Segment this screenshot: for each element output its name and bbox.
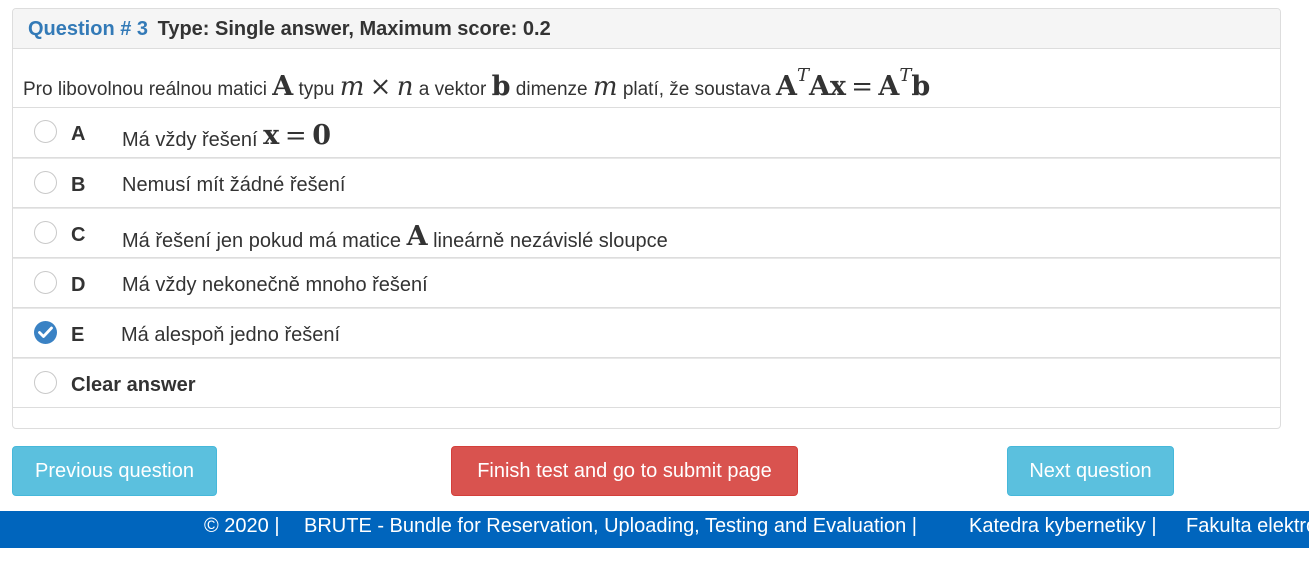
footer-copyright: © 2020 | [204,515,280,537]
math-m: m [592,72,618,102]
question-header: Question # 3 Type: Single answer, Maximu… [13,9,1280,49]
answer-option-a[interactable]: A Má vždy řešení x = 0 [13,108,1280,158]
math-equals: = [851,72,874,102]
finish-test-button[interactable]: Finish test and go to submit page [451,446,798,496]
answer-text: Má řešení jen pokud má matice A lineárně… [122,221,668,252]
footer-katedra-link[interactable]: Katedra kybernetiky | [969,515,1157,538]
next-question-button[interactable]: Next question [1007,446,1174,496]
answer-text-part: Má vždy řešení [122,129,258,151]
empty-circle-icon[interactable] [34,221,57,244]
question-text-part: platí, že soustava [622,79,771,100]
answer-text: Má vždy nekonečně mnoho řešení [122,274,428,296]
empty-circle-icon[interactable] [34,171,57,194]
math-zero: 0 [312,120,331,151]
footer-fakulta-link[interactable]: Fakulta elektrotechnická [1186,515,1309,538]
math-x: x [263,120,280,151]
answer-text: Má vždy řešení x = 0 [122,120,331,151]
answer-text: Nemusí mít žádné řešení [122,174,346,196]
math-n: n [396,72,414,102]
footer-brute-link[interactable]: BRUTE - Bundle for Reservation, Uploadin… [304,515,917,538]
math-equals: = [284,121,307,151]
answer-letter: B [71,174,86,196]
empty-circle-icon[interactable] [34,120,57,143]
question-type: Type: Single answer, Maximum score: 0.2 [157,18,551,40]
answer-option-b[interactable]: B Nemusí mít žádné řešení [13,158,1280,208]
answer-option-d[interactable]: D Má vždy nekonečně mnoho řešení [13,258,1280,308]
answer-option-e[interactable]: E Má alespoň jedno řešení [13,308,1280,358]
question-text-part: a vektor [418,79,487,100]
math-m: m [339,72,365,102]
math-transpose: T [899,65,912,86]
math-equation: ATAx = ATb [776,65,930,102]
check-circle-icon[interactable] [34,321,57,344]
empty-circle-icon[interactable] [34,271,57,294]
answer-text: Má alespoň jedno řešení [121,324,341,346]
question-panel: Question # 3 Type: Single answer, Maximu… [12,8,1281,429]
answer-letter: A [71,123,86,145]
question-text-part: dimenze [515,79,588,100]
empty-circle-icon[interactable] [34,371,57,394]
clear-answer-option[interactable]: Clear answer [13,358,1280,408]
question-text-part: typu [298,79,335,100]
question-text: Pro libovolnou reálnou matici A typu m ×… [13,49,1280,107]
answer-letter: D [71,274,86,296]
math-vector-b: b [491,71,511,102]
math-vector-b: b [911,71,931,102]
answer-text-part: Má řešení jen pokud má matice [122,230,402,252]
math-ax: Ax [808,71,846,102]
footer: © 2020 | BRUTE - Bundle for Reservation,… [0,511,1309,548]
previous-question-button[interactable]: Previous question [12,446,217,496]
question-number: Question # 3 [28,18,149,40]
clear-answer-label: Clear answer [71,374,196,396]
math-matrix-a: A [775,71,797,102]
math-matrix-a: A [878,71,900,102]
answer-text-part: lineárně nezávislé sloupce [433,230,668,252]
answer-letter: C [71,224,86,246]
math-matrix-a: A [406,221,428,252]
question-text-part: Pro libovolnou reálnou matici [23,79,267,100]
checkmark-icon [38,326,53,338]
answer-letter: E [71,324,85,346]
answer-list: A Má vždy řešení x = 0 B Nemusí mít žádn… [13,107,1280,408]
math-transpose: T [796,65,809,86]
math-times: × [369,72,392,102]
math-matrix-a: A [272,71,294,102]
answer-option-c[interactable]: C Má řešení jen pokud má matice A lineár… [13,208,1280,258]
